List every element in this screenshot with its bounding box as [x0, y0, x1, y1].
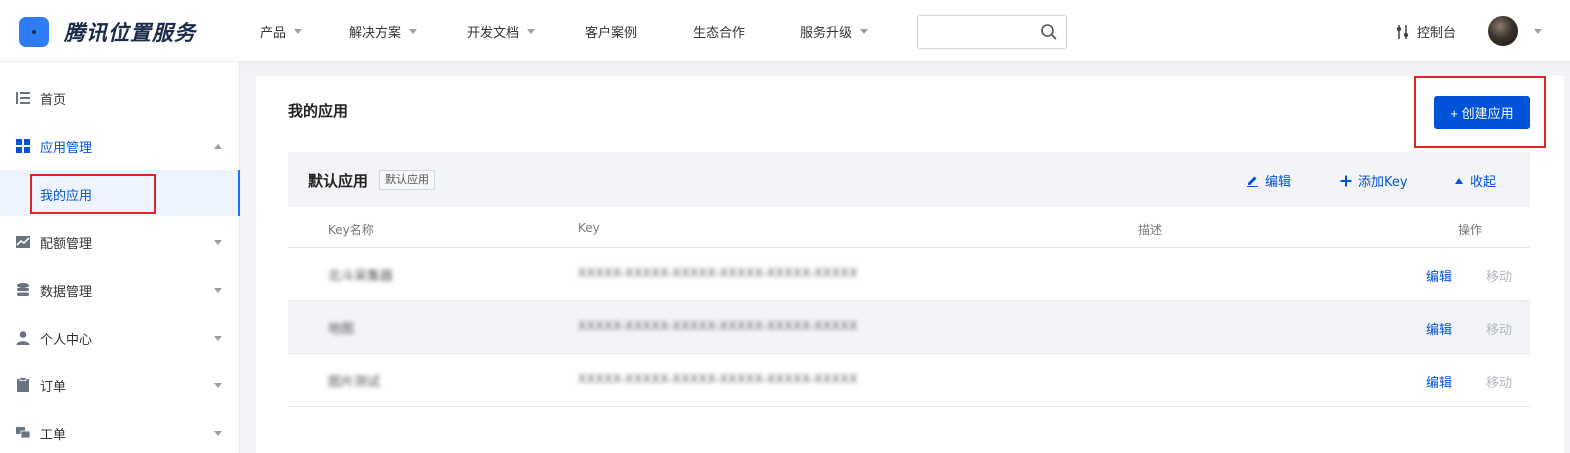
add-key-button[interactable]: 添加Key [1340, 171, 1408, 190]
nav-docs[interactable]: 开发文档 [467, 22, 536, 41]
sidebar-item-quota[interactable]: 配额管理 [0, 218, 240, 266]
top-header: 腾讯位置服务 产品 解决方案 开发文档 客户案例 生态合作 服务升级 控制台 [0, 0, 1570, 62]
sliders-icon [1396, 24, 1409, 39]
table-row: 地图 XXXXX-XXXXX-XXXXX-XXXXX-XXXXX-XXXXX 编… [288, 301, 1530, 354]
database-icon [17, 283, 29, 296]
nav-cases[interactable]: 客户案例 [585, 22, 637, 41]
highlight-box [1414, 76, 1546, 148]
chevron-down-icon [214, 287, 222, 293]
sidebar-item-app-management[interactable]: 应用管理 [0, 122, 240, 170]
chevron-down-icon [527, 28, 536, 34]
table-row: 图片测试 XXXXX-XXXXX-XXXXX-XXXXX-XXXXX-XXXXX… [288, 354, 1530, 407]
plus-icon [1340, 175, 1352, 186]
chevron-down-icon [214, 382, 222, 388]
list-icon [16, 92, 30, 104]
grid-icon [16, 139, 30, 153]
pencil-icon [1247, 176, 1258, 187]
chevron-down-icon [409, 28, 418, 34]
app-header: 默认应用 默认应用 编辑 添加Key 收起 [288, 152, 1530, 207]
chevron-down-icon[interactable] [1534, 29, 1542, 34]
compass-logo-icon [19, 17, 49, 47]
table-header: Key名称 Key 描述 操作 [288, 207, 1530, 248]
nav-solutions[interactable]: 解决方案 [349, 22, 418, 41]
avatar[interactable] [1488, 16, 1518, 46]
chevron-down-icon [214, 335, 222, 341]
sidebar-item-data[interactable]: 数据管理 [0, 266, 240, 314]
move-key-link[interactable]: 移动 [1486, 266, 1512, 285]
chevron-down-icon [860, 28, 869, 34]
brand-name: 腾讯位置服务 [64, 21, 196, 45]
page-title: 我的应用 [288, 102, 349, 120]
chart-icon [16, 236, 30, 248]
triangle-up-icon [1455, 177, 1463, 184]
nav-products[interactable]: 产品 [260, 22, 303, 41]
nav-upgrade[interactable]: 服务升级 [800, 22, 869, 41]
clipboard-icon [17, 377, 29, 392]
chevron-down-icon [294, 28, 303, 34]
default-app-badge: 默认应用 [379, 170, 435, 190]
sidebar-item-profile[interactable]: 个人中心 [0, 314, 240, 362]
chevron-down-icon [214, 239, 222, 245]
user-icon [16, 331, 30, 345]
move-key-link[interactable]: 移动 [1486, 372, 1512, 391]
edit-key-link[interactable]: 编辑 [1426, 372, 1452, 391]
chat-icon [16, 427, 31, 439]
app-name: 默认应用 [308, 172, 369, 190]
search-input[interactable] [917, 15, 1067, 49]
console-link[interactable]: 控制台 [1396, 22, 1456, 41]
brand-logo[interactable]: 腾讯位置服务 [18, 16, 196, 48]
main-card: 我的应用 + 创建应用 默认应用 默认应用 编辑 添加Key 收起 Key名称 … [256, 76, 1564, 453]
edit-key-link[interactable]: 编辑 [1426, 266, 1452, 285]
edit-app-button[interactable]: 编辑 [1246, 171, 1291, 190]
highlight-box [30, 174, 156, 214]
chevron-up-icon [214, 143, 222, 149]
move-key-link[interactable]: 移动 [1486, 319, 1512, 338]
table-row: 北斗采集器 XXXXX-XXXXX-XXXXX-XXXXX-XXXXX-XXXX… [288, 248, 1530, 301]
search-icon[interactable] [1040, 23, 1058, 41]
sidebar-item-tickets[interactable]: 工单 [0, 409, 240, 453]
sidebar-item-home[interactable]: 首页 [0, 74, 240, 122]
sidebar: 首页 应用管理 我的应用 配额管理 数据管理 个人中心 订单 工单 [0, 62, 240, 453]
sidebar-item-orders[interactable]: 订单 [0, 361, 240, 409]
collapse-button[interactable]: 收起 [1454, 171, 1496, 190]
nav-ecosystem[interactable]: 生态合作 [693, 22, 745, 41]
edit-key-link[interactable]: 编辑 [1426, 319, 1452, 338]
chevron-down-icon [214, 430, 222, 436]
